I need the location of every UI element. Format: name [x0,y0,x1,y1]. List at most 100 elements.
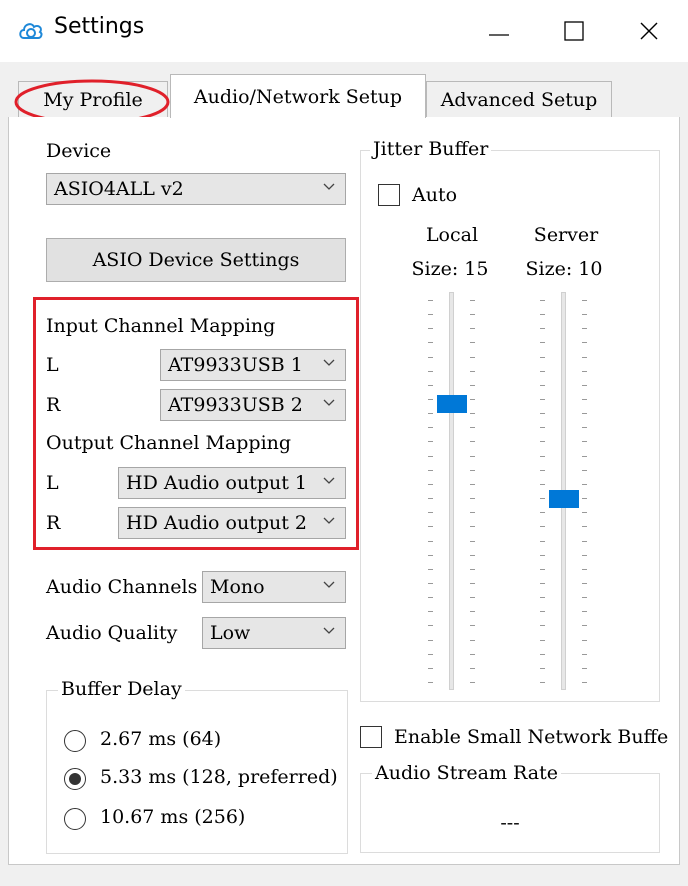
buffer-delay-option-label: 2.67 ms (64) [100,728,222,750]
slider-tick [470,455,475,457]
minimize-icon [489,34,509,36]
tab-advanced-setup-label: Advanced Setup [440,88,598,111]
slider-tick [540,483,545,485]
slider-tick [428,469,433,471]
input-right-select[interactable]: AT9933USB 2 [160,389,346,421]
chevron-down-icon [323,517,335,524]
chevron-down-icon [323,183,335,190]
output-right-label: R [46,512,61,534]
buffer-delay-option-128[interactable]: 5.33 ms (128, preferred) [64,766,344,794]
slider-tick [428,667,433,669]
radio-button-selected[interactable] [64,768,86,790]
server-label: Server [533,224,599,246]
chevron-down-icon [323,581,335,588]
slider-thumb[interactable] [549,489,579,508]
slider-tick [470,667,475,669]
slider-tick [470,498,475,500]
audio-channels-select[interactable]: Mono [202,571,346,603]
slider-tick [582,399,587,401]
tab-advanced-setup[interactable]: Advanced Setup [426,81,612,117]
slider-tick [428,342,433,344]
slider-tick [470,399,475,401]
slider-tick [428,384,433,386]
slider-tick [470,682,475,683]
maximize-button[interactable] [543,0,605,62]
slider-tick [582,667,587,669]
input-right-value: AT9933USB 2 [168,394,303,416]
buffer-delay-option-64[interactable]: 2.67 ms (64) [64,728,344,756]
slider-tick [540,625,545,627]
small-network-buffer-label: Enable Small Network Buffe [394,726,669,748]
slider-tick [540,611,545,613]
slider-tick [428,540,433,542]
chevron-down-icon [323,399,335,406]
slider-tick [582,639,587,641]
slider-tick [470,512,475,514]
output-left-select[interactable]: HD Audio output 1 [118,467,346,499]
small-network-buffer-checkbox[interactable]: Enable Small Network Buffe [360,724,680,752]
slider-tick [582,682,587,683]
device-select[interactable]: ASIO4ALL v2 [46,173,346,205]
slider-tick [428,399,433,401]
slider-tick [582,370,587,372]
slider-tick [540,568,545,570]
slider-tick [540,342,545,344]
minimize-button[interactable] [468,0,530,62]
slider-track[interactable] [449,292,454,690]
slider-tick [428,498,433,500]
buffer-delay-option-label: 5.33 ms (128, preferred) [100,766,338,788]
slider-tick [428,314,433,316]
audio-quality-select[interactable]: Low [202,617,346,649]
slider-tick [582,554,587,556]
slider-tick [470,653,475,655]
output-left-value: HD Audio output 1 [126,472,307,494]
slider-tick [470,526,475,528]
local-jitter-slider[interactable] [424,292,480,690]
audio-channels-label: Audio Channels [46,576,198,598]
slider-tick [470,413,475,415]
slider-tick [470,568,475,570]
slider-tick [428,441,433,443]
slider-tick [582,498,587,500]
slider-tick [582,342,587,344]
audio-stream-rate-title: Audio Stream Rate [372,762,561,784]
slider-tick [582,469,587,471]
slider-tick [540,540,545,542]
slider-tick [540,328,545,330]
radio-button[interactable] [64,808,86,830]
auto-checkbox[interactable]: Auto [378,182,478,210]
slider-tick [428,512,433,514]
asio-device-settings-button[interactable]: ASIO Device Settings [46,238,346,282]
slider-thumb[interactable] [437,394,467,413]
slider-tick [470,582,475,584]
slider-tick [470,554,475,556]
slider-tick [540,427,545,429]
input-left-select[interactable]: AT9933USB 1 [160,349,346,381]
slider-tick [540,682,545,683]
audio-channels-value: Mono [210,576,265,598]
slider-tick [540,300,545,301]
slider-tick [582,540,587,542]
slider-tick [582,314,587,316]
asio-device-settings-label: ASIO Device Settings [92,249,300,271]
output-right-select[interactable]: HD Audio output 2 [118,507,346,539]
close-button[interactable] [618,0,680,62]
server-jitter-slider[interactable] [536,292,592,690]
slider-tick [428,554,433,556]
local-size: Size: 15 [411,258,489,280]
checkbox-box[interactable] [378,184,400,206]
buffer-delay-option-256[interactable]: 10.67 ms (256) [64,806,344,834]
slider-tick [582,300,587,301]
slider-tick [428,483,433,485]
device-label: Device [46,140,112,162]
slider-tick [540,653,545,655]
radio-button[interactable] [64,730,86,752]
slider-tick [582,582,587,584]
checkbox-box[interactable] [360,726,382,748]
tab-audio-network-setup[interactable]: Audio/Network Setup [170,74,426,118]
slider-tick [582,483,587,485]
slider-tick [470,384,475,386]
slider-tick [428,413,433,415]
input-left-label: L [46,354,59,376]
slider-tick [428,653,433,655]
